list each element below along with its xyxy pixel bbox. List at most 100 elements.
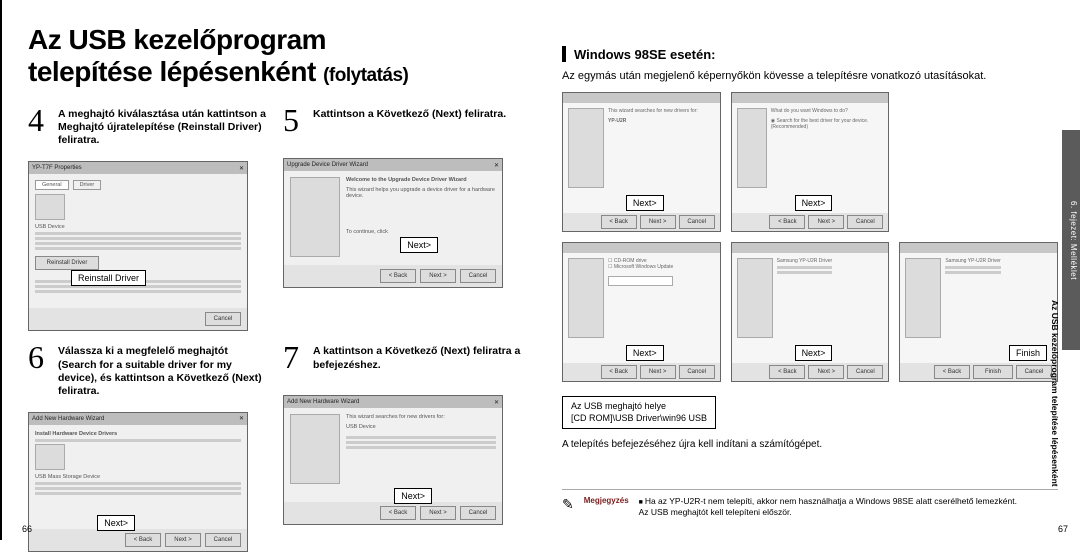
shotD-back: < Back <box>601 365 637 379</box>
step-7-number: 7 <box>283 341 305 373</box>
shotB-cancel: Cancel <box>847 215 883 229</box>
page-67: Windows 98SE esetén: Az egymás után megj… <box>540 0 1080 540</box>
note-line1: Ha az YP-U2R-t nem telepíti, akkor nem h… <box>639 496 1017 507</box>
footnote-block: ✎ Megjegyzés Ha az YP-U2R-t nem telepíti… <box>562 489 1058 518</box>
page-number-left: 66 <box>22 524 32 534</box>
note-text: Ha az YP-U2R-t nem telepíti, akkor nem h… <box>639 496 1017 518</box>
callout-next-6: Next> <box>97 515 135 531</box>
win98-shot-e: Samsung YP-U2R Driver < Back Next > Canc… <box>731 242 890 382</box>
step-4-header: 4 A meghajtó kiválasztása után kattintso… <box>28 104 269 147</box>
page-66: Az USB kezelőprogram telepítése lépésenk… <box>0 0 540 540</box>
shot6-title: Add New Hardware Wizard <box>32 416 104 422</box>
shot7-line1: This wizard searches for new drivers for… <box>346 414 496 420</box>
win98-heading: Windows 98SE esetén: <box>574 47 715 62</box>
shot5-back: < Back <box>380 269 416 283</box>
shot5-desc: This wizard helps you upgrade a device d… <box>346 187 496 199</box>
shotA-cancel: Cancel <box>679 215 715 229</box>
step-6-cell: 6 Válassza ki a megfelelő meghajtót (Sea… <box>28 341 269 552</box>
screenshot-4: YP-T7F Properties✕ General Driver USB De… <box>28 161 248 331</box>
wizard-graphic <box>290 414 340 484</box>
shotA-text: This wizard searches for new drivers for… <box>608 108 698 114</box>
driver-location-box: Az USB meghajtó helye [CD ROM]\USB Drive… <box>562 396 716 429</box>
wizard-graphic <box>905 258 941 338</box>
callout-next-7: Next> <box>394 488 432 504</box>
shot6-body: Install Hardware Device Drivers USB Mass… <box>29 425 247 529</box>
shot4-titlebar: YP-T7F Properties✕ <box>29 162 247 174</box>
shot7-back: < Back <box>380 506 416 520</box>
screenshot-7: Add New Hardware Wizard ✕ This wizard sea… <box>283 395 503 525</box>
close-icon: ✕ <box>494 399 499 406</box>
steps-grid: 4 A meghajtó kiválasztása után kattintso… <box>28 104 524 552</box>
step-6-header: 6 Válassza ki a megfelelő meghajtót (Sea… <box>28 341 269 398</box>
shot7-line2: USB Device <box>346 424 496 430</box>
shot4-section: USB Device <box>35 224 241 230</box>
device-icon <box>35 444 65 470</box>
callout-next-a: Next> <box>626 195 664 211</box>
win98-grid: This wizard searches for new drivers for… <box>562 92 1058 382</box>
title-cont: (folytatás) <box>323 65 408 86</box>
shotB-titlebar <box>732 93 889 103</box>
note-icon: ✎ <box>562 496 574 513</box>
shot5-hint: To continue, click <box>346 229 496 235</box>
step-4-text: A meghajtó kiválasztása után kattintson … <box>58 104 269 147</box>
step-6-number: 6 <box>28 341 50 398</box>
side-tab: 6. fejezet: Melléklet <box>1062 130 1080 350</box>
shotB-text: What do you want Windows to do? <box>771 108 884 114</box>
callout-finish: Finish <box>1009 345 1047 361</box>
callout-next-5: Next> <box>400 237 438 253</box>
step-7-cell: 7 A kattintson a Következő (Next) felira… <box>283 341 524 552</box>
shotE-text: Samsung YP-U2R Driver <box>777 258 832 264</box>
step-5-cell: 5 Kattintson a Következő (Next) feliratr… <box>283 104 524 331</box>
step-5-text: Kattintson a Következő (Next) feliratra. <box>313 104 506 136</box>
step-7-header: 7 A kattintson a Következő (Next) felira… <box>283 341 524 373</box>
shot5-next: Next > <box>420 269 456 283</box>
shot5-buttons: < Back Next > Cancel <box>284 265 502 287</box>
callout-next-e: Next> <box>795 345 833 361</box>
win98-shot-b: What do you want Windows to do? ◉ Search… <box>731 92 890 232</box>
loc-path: [CD ROM]\USB Driver\win96 USB <box>571 413 707 425</box>
shot6-line1: Install Hardware Device Drivers <box>35 431 241 437</box>
shotD-opt2: Microsoft Windows Update <box>614 264 673 270</box>
note-line2: Az USB meghajtót kell telepíteni először… <box>639 507 1017 518</box>
win98-shot-f: Samsung YP-U2R Driver < Back Finish Canc… <box>899 242 1058 382</box>
win98-empty-cell <box>899 92 1058 232</box>
step-5-number: 5 <box>283 104 305 136</box>
step-4-number: 4 <box>28 104 50 147</box>
shot5-head: Welcome to the Upgrade Device Driver Wiz… <box>346 177 496 183</box>
callout-next-d: Next> <box>626 345 664 361</box>
shot7-body: This wizard searches for new drivers for… <box>284 408 502 502</box>
note-label: Megjegyzés <box>584 496 629 505</box>
shotA-titlebar <box>563 93 720 103</box>
win98-shot-a: This wizard searches for new drivers for… <box>562 92 721 232</box>
shot4-title: YP-T7F Properties <box>32 165 82 171</box>
step-4-cell: 4 A meghajtó kiválasztása után kattintso… <box>28 104 269 331</box>
shot7-titlebar: Add New Hardware Wizard ✕ <box>284 396 502 408</box>
shot5-titlebar: Upgrade Device Driver Wizard✕ <box>284 159 502 171</box>
section-heading: Windows 98SE esetén: <box>562 46 1058 62</box>
shotA-dev: YP-U2R <box>608 118 698 124</box>
page-title: Az USB kezelőprogram telepítése lépésenk… <box>28 24 524 88</box>
step-5-header: 5 Kattintson a Következő (Next) feliratr… <box>283 104 524 136</box>
close-icon: ✕ <box>239 415 244 422</box>
page-number-right: 67 <box>1058 524 1068 534</box>
shot5-title: Upgrade Device Driver Wizard <box>287 162 368 168</box>
title-line2: telepítése lépésenként <box>28 56 316 87</box>
device-icon <box>35 194 65 220</box>
wizard-graphic <box>737 258 773 338</box>
shotE-back: < Back <box>769 365 805 379</box>
side-label: Az USB kezelőprogram telepítése lépésenk… <box>1050 300 1060 487</box>
shotB-next: Next > <box>808 215 844 229</box>
shot7-next: Next > <box>420 506 456 520</box>
win98-lead: Az egymás után megjelenő képernyőkön köv… <box>562 70 1058 82</box>
shotF-back: < Back <box>934 365 970 379</box>
shot4-tab-driver: Driver <box>73 180 102 190</box>
win98-shot-d: ☐ CD-ROM drive ☐ Microsoft Windows Updat… <box>562 242 721 382</box>
shotF-titlebar <box>900 243 1057 253</box>
section-bar-icon <box>562 46 566 62</box>
shot7-title: Add New Hardware Wizard <box>287 399 359 405</box>
wizard-graphic <box>290 177 340 257</box>
shotF-cancel: Cancel <box>1016 365 1052 379</box>
shotB-back: < Back <box>769 215 805 229</box>
callout-next-b: Next> <box>795 195 833 211</box>
shotE-next: Next > <box>808 365 844 379</box>
